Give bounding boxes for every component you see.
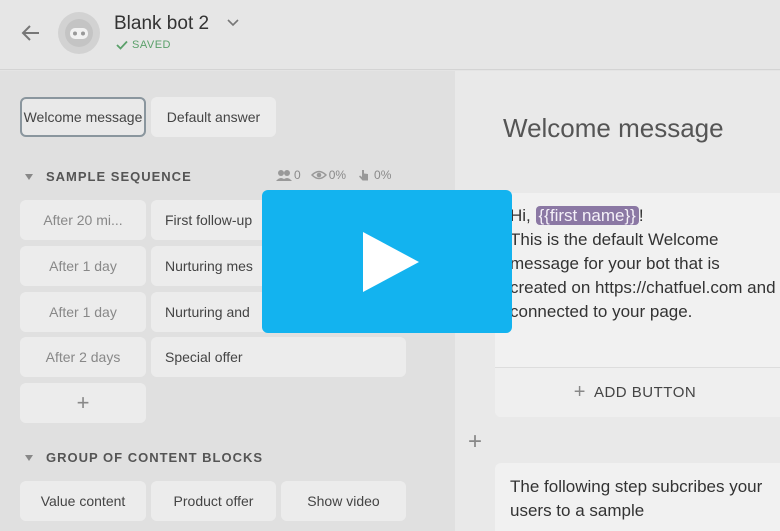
- block-chip-welcome-message[interactable]: Welcome message: [20, 97, 146, 137]
- sequence-header[interactable]: SAMPLE SEQUENCE: [24, 169, 192, 184]
- sequence-period[interactable]: After 2 days: [20, 337, 146, 377]
- sequence-stats: 0 0% 0%: [276, 168, 391, 182]
- bot-avatar[interactable]: [58, 12, 100, 54]
- sequence-description-text[interactable]: The following step subcribes your users …: [510, 475, 770, 523]
- block-chip-value-content[interactable]: Value content: [20, 481, 146, 521]
- header: Blank bot 2 SAVED: [0, 0, 780, 70]
- check-icon: [116, 40, 128, 50]
- chevron-down-icon[interactable]: [226, 17, 240, 29]
- group-title: GROUP OF CONTENT BLOCKS: [46, 450, 264, 465]
- bot-avatar-icon: [65, 19, 93, 47]
- saved-status: SAVED: [116, 39, 171, 51]
- back-arrow-icon[interactable]: [20, 22, 42, 44]
- add-card-plus-button[interactable]: +: [468, 428, 482, 456]
- collapse-triangle-icon[interactable]: [24, 454, 34, 462]
- add-sequence-block-button[interactable]: +: [20, 383, 146, 423]
- eye-icon: [310, 170, 327, 180]
- sequence-title: SAMPLE SEQUENCE: [46, 169, 192, 184]
- block-title[interactable]: Welcome message: [503, 113, 724, 144]
- block-chip-show-video[interactable]: Show video: [281, 481, 406, 521]
- block-chip-default-answer[interactable]: Default answer: [151, 97, 276, 137]
- sequence-period[interactable]: After 20 mi...: [20, 200, 146, 240]
- sequence-period[interactable]: After 1 day: [20, 246, 146, 286]
- play-icon: [363, 232, 419, 292]
- views-stat: 0%: [310, 168, 346, 182]
- sequence-period[interactable]: After 1 day: [20, 292, 146, 332]
- collapse-triangle-icon[interactable]: [24, 173, 34, 181]
- first-name-tag: {{first name}}: [535, 206, 639, 225]
- block-chip-product-offer[interactable]: Product offer: [151, 481, 276, 521]
- hand-click-icon: [359, 170, 369, 181]
- users-icon: [276, 170, 292, 181]
- users-stat: 0: [276, 168, 301, 182]
- bot-name[interactable]: Blank bot 2: [114, 13, 209, 35]
- clicks-stat: 0%: [356, 168, 391, 182]
- plus-icon: +: [573, 381, 586, 403]
- add-button[interactable]: + ADD BUTTON: [495, 367, 780, 417]
- welcome-text[interactable]: Hi, {{first name}}! This is the default …: [510, 204, 780, 324]
- sequence-block[interactable]: Special offer: [151, 337, 406, 377]
- saved-label: SAVED: [132, 39, 171, 51]
- video-play-button[interactable]: [262, 190, 512, 333]
- group-header[interactable]: GROUP OF CONTENT BLOCKS: [24, 450, 263, 465]
